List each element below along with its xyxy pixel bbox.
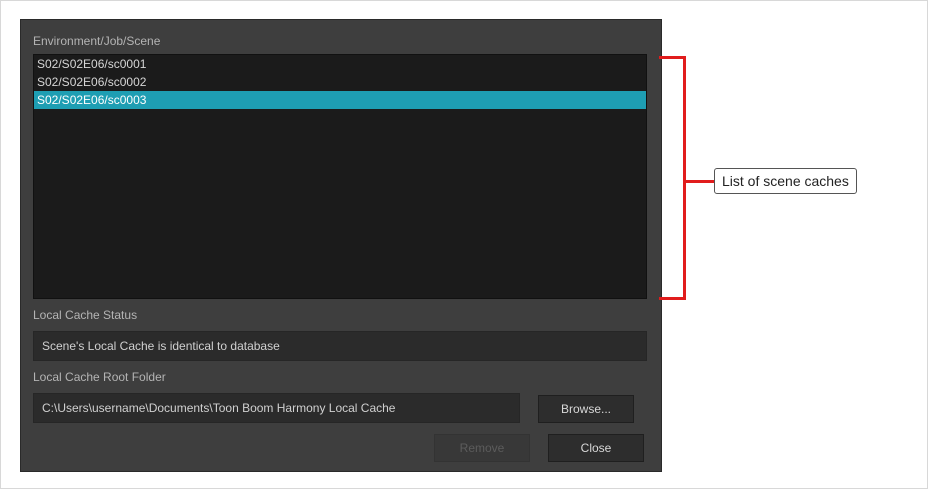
close-button[interactable]: Close	[548, 434, 644, 462]
scene-list[interactable]: S02/S02E06/sc0001 S02/S02E06/sc0002 S02/…	[33, 54, 647, 299]
list-item-selected[interactable]: S02/S02E06/sc0003	[34, 91, 646, 109]
root-folder-field[interactable]: C:\Users\username\Documents\Toon Boom Ha…	[33, 393, 520, 423]
scene-cache-dialog: Environment/Job/Scene S02/S02E06/sc0001 …	[20, 19, 662, 472]
cache-status-field: Scene's Local Cache is identical to data…	[33, 331, 647, 361]
annotation-bracket	[659, 56, 686, 300]
list-item[interactable]: S02/S02E06/sc0001	[34, 55, 646, 73]
annotation-connector	[683, 180, 714, 183]
remove-button[interactable]: Remove	[434, 434, 530, 462]
scene-list-label: Environment/Job/Scene	[33, 34, 161, 48]
list-item[interactable]: S02/S02E06/sc0002	[34, 73, 646, 91]
root-folder-label: Local Cache Root Folder	[33, 370, 166, 384]
annotation-callout: List of scene caches	[714, 168, 857, 194]
cache-status-label: Local Cache Status	[33, 308, 138, 322]
browse-button[interactable]: Browse...	[538, 395, 634, 423]
